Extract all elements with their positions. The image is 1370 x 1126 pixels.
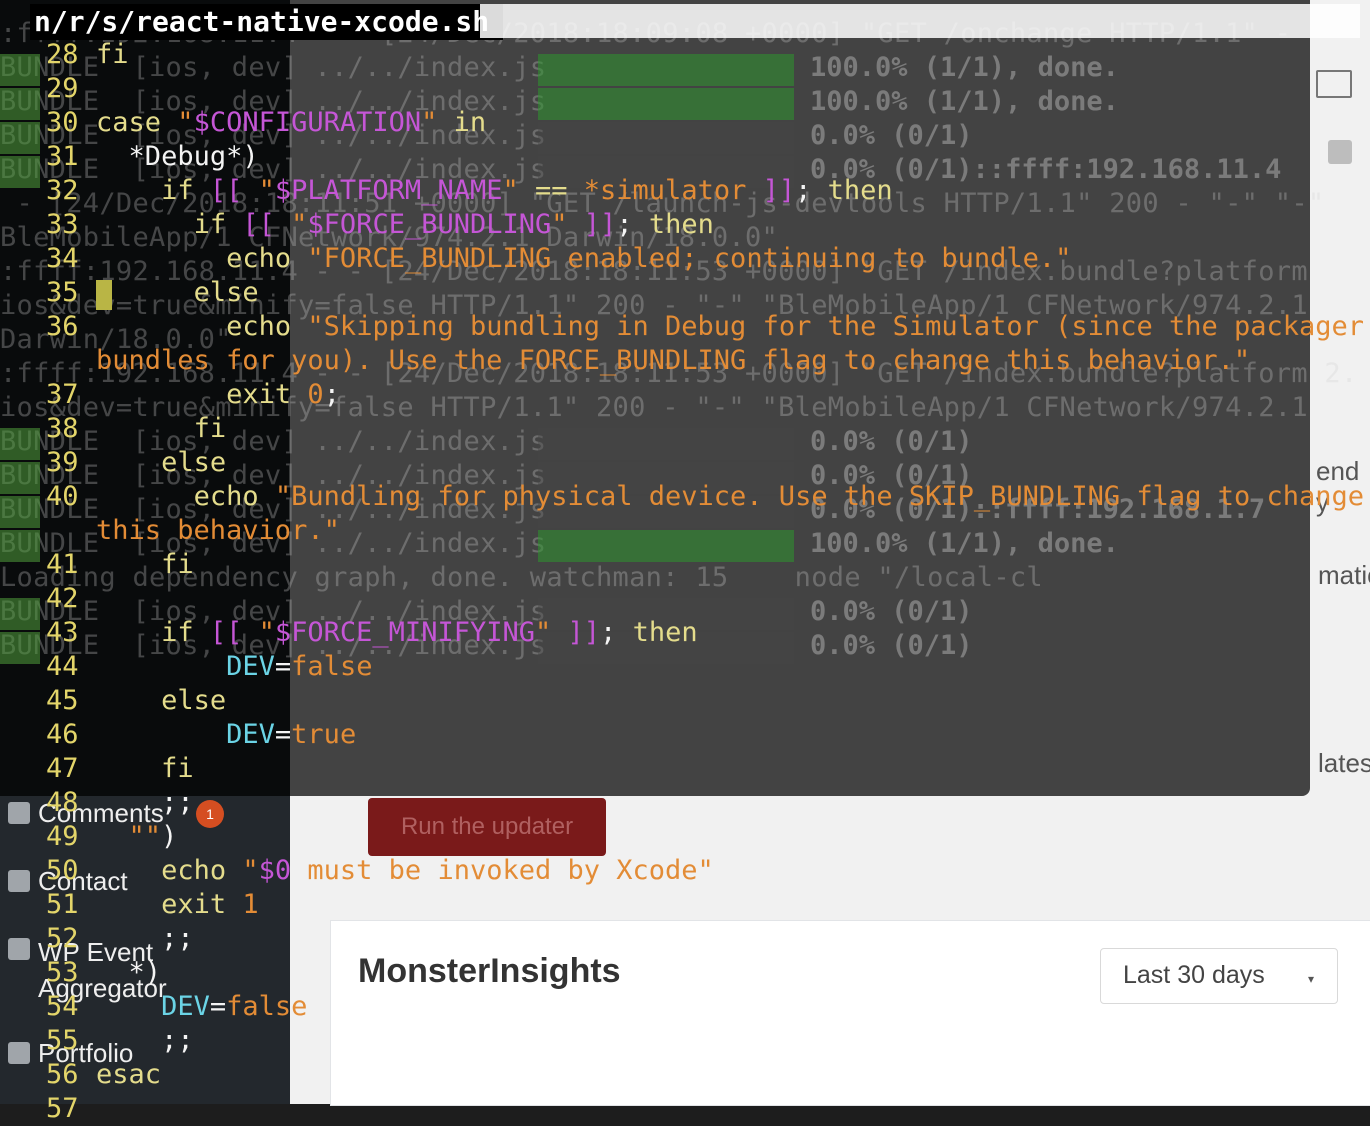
code-text: exit 1 <box>161 889 259 920</box>
code-text: "") <box>128 821 178 852</box>
line-number: 28 <box>46 39 79 70</box>
line-number: 52 <box>46 923 79 954</box>
line-number: 47 <box>46 753 79 784</box>
line-number: 34 <box>46 243 79 274</box>
line-number: 44 <box>46 651 79 682</box>
line-number: 55 <box>46 1025 79 1056</box>
line-number: 50 <box>46 855 79 886</box>
code-text: fi <box>161 549 194 580</box>
line-number: 40 <box>46 481 79 512</box>
code-text: echo "Bundling for physical device. Use … <box>193 481 1365 512</box>
line-number: 33 <box>46 209 79 240</box>
code-text: DEV=false <box>226 651 373 682</box>
code-text: exit 0; <box>226 379 340 410</box>
line-number: 53 <box>46 957 79 988</box>
editor-tab-bar: n/r/s/react-native-xcode.sh <box>0 0 1370 40</box>
line-number: 29 <box>46 73 79 104</box>
file-tab[interactable]: n/r/s/react-native-xcode.sh <box>30 4 504 40</box>
code-text: ;; <box>161 1025 194 1056</box>
code-text: ;; <box>161 787 194 818</box>
code-text: else <box>193 277 259 308</box>
code-text: bundles for you). Use the FORCE_BUNDLING… <box>96 345 1251 376</box>
title-bar-overlay <box>480 4 1360 38</box>
code-text: fi <box>96 39 129 70</box>
line-number: 49 <box>46 821 79 852</box>
code-text: if [[ "$FORCE_MINIFYING" ]]; then <box>161 617 698 648</box>
code-text: if [[ "$PLATFORM_NAME" == *simulator ]];… <box>161 175 893 206</box>
line-number: 45 <box>46 685 79 716</box>
code-text: esac <box>96 1059 162 1090</box>
code-text: ;; <box>161 923 194 954</box>
code-text: DEV=true <box>226 719 357 750</box>
code-text: echo "$0 must be invoked by Xcode" <box>161 855 714 886</box>
code-text: *) <box>128 957 162 988</box>
text-cursor <box>96 280 112 310</box>
line-number: 46 <box>46 719 79 750</box>
line-number: 30 <box>46 107 79 138</box>
code-text: if [[ "$FORCE_BUNDLING" ]]; then <box>193 209 714 240</box>
line-number: 54 <box>46 991 79 1022</box>
code-text: else <box>161 685 227 716</box>
code-text: fi <box>161 753 194 784</box>
code-text: echo "Skipping bundling in Debug for the… <box>226 311 1365 342</box>
line-number: 57 <box>46 1093 79 1124</box>
line-number: 32 <box>46 175 79 206</box>
code-text: *Debug*) <box>128 141 259 172</box>
line-number: 43 <box>46 617 79 648</box>
code-text: case "$CONFIGURATION" in <box>96 107 487 138</box>
line-number: 39 <box>46 447 79 478</box>
line-number: 42 <box>46 583 79 614</box>
code-text: fi <box>193 413 227 444</box>
line-number: 36 <box>46 311 79 342</box>
line-number: 37 <box>46 379 79 410</box>
code-text: this behavior." <box>96 515 340 546</box>
line-number: 35 <box>46 277 79 308</box>
line-number: 48 <box>46 787 79 818</box>
line-number: 38 <box>46 413 79 444</box>
line-number: 51 <box>46 889 79 920</box>
line-number: 56 <box>46 1059 79 1090</box>
code-text: DEV=false <box>161 991 308 1022</box>
code-text: else <box>161 447 227 478</box>
line-number: 31 <box>46 141 79 172</box>
code-text: echo "FORCE_BUNDLING enabled; continuing… <box>226 243 1072 274</box>
code-editor[interactable]: n/r/s/react-native-xcode.sh 28 fi 29 30 case… <box>0 0 1370 1124</box>
line-number: 41 <box>46 549 79 580</box>
